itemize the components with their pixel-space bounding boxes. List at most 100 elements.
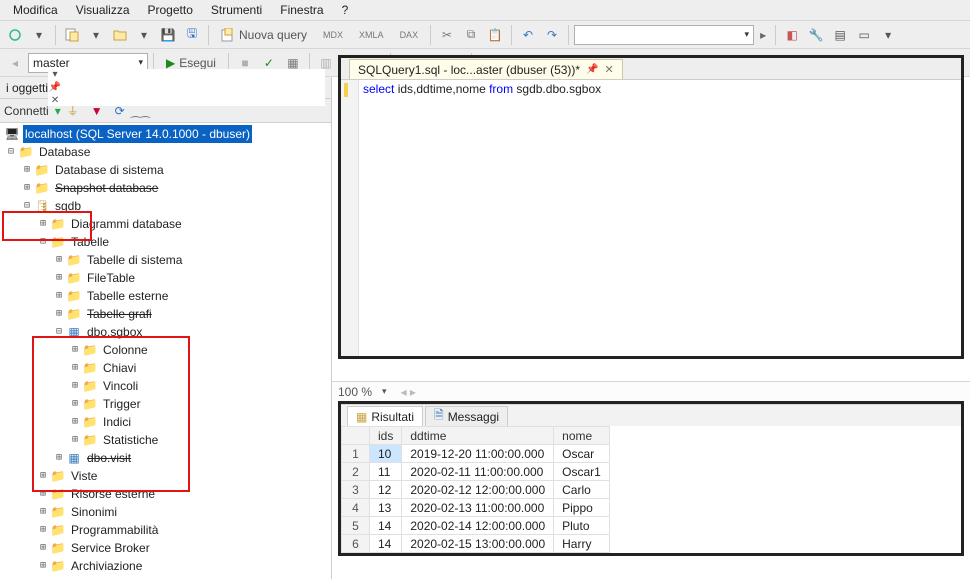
column-header[interactable]: ids (370, 427, 402, 445)
save-all-button[interactable]: 🖫 (181, 24, 203, 46)
table-row[interactable]: 5142020-02-14 12:00:00.000Pluto (342, 517, 610, 535)
tree-server[interactable]: 🖥 localhost (SQL Server 14.0.1000 - dbus… (0, 125, 331, 143)
tree-statistiche[interactable]: ⊞📁Statistiche (0, 431, 331, 449)
cell[interactable]: Oscar1 (554, 463, 610, 481)
wrench-button[interactable]: 🔧 (805, 24, 827, 46)
zoom-value[interactable]: 100 % (338, 385, 372, 399)
cell[interactable]: 13 (370, 499, 402, 517)
tree-sgdb[interactable]: ⊟ 🛢 sgdb (0, 197, 331, 215)
cell[interactable]: Carlo (554, 481, 610, 499)
mdx-button[interactable]: MDX (316, 24, 350, 46)
close-tab-icon[interactable]: ✕ (605, 63, 614, 76)
tree-chiavi[interactable]: ⊞📁Chiavi (0, 359, 331, 377)
tree-trigger[interactable]: ⊞📁Trigger (0, 395, 331, 413)
tree-viste[interactable]: ⊞📁Viste (0, 467, 331, 485)
extensions-button[interactable]: ◧ (781, 24, 803, 46)
xmla-button[interactable]: XMLA (352, 24, 391, 46)
tree-risorse-esterne[interactable]: ⊞📁Risorse esterne (0, 485, 331, 503)
history-back[interactable]: ◂ (4, 52, 26, 74)
column-header[interactable]: nome (554, 427, 610, 445)
cell[interactable]: 11 (370, 463, 402, 481)
layout-dropdown[interactable]: ▾ (877, 24, 899, 46)
tree-tabelle-sistema[interactable]: ⊞📁 Tabelle di sistema (0, 251, 331, 269)
row-number[interactable]: 5 (342, 517, 370, 535)
cell[interactable]: Harry (554, 535, 610, 553)
results-grid[interactable]: idsddtimenome1102019-12-20 11:00:00.000O… (341, 426, 961, 553)
column-header[interactable]: ddtime (402, 427, 554, 445)
expand-icon[interactable]: ⊞ (20, 179, 34, 197)
menu-finestra[interactable]: Finestra (273, 1, 330, 19)
undo-button[interactable]: ↶ (517, 24, 539, 46)
menu-modifica[interactable]: Modifica (6, 1, 65, 19)
sql-code[interactable]: select ids,ddtime,nome from sgdb.dbo.sgb… (359, 80, 961, 356)
cell[interactable]: 2019-12-20 11:00:00.000 (402, 445, 554, 463)
tree-sinonimi[interactable]: ⊞📁Sinonimi (0, 503, 331, 521)
cell[interactable]: Pluto (554, 517, 610, 535)
cell[interactable]: 14 (370, 535, 402, 553)
table-row[interactable]: 1102019-12-20 11:00:00.000Oscar (342, 445, 610, 463)
collapse-icon[interactable]: ⊟ (4, 143, 18, 161)
panel-close-icon[interactable]: ✕ (48, 95, 62, 106)
tree-programmabilita[interactable]: ⊞📁Programmabilità (0, 521, 331, 539)
menu-visualizza[interactable]: Visualizza (69, 1, 137, 19)
column-header[interactable] (342, 427, 370, 445)
new-dropdown[interactable]: ▾ (85, 24, 107, 46)
cut-button[interactable]: ✂ (436, 24, 458, 46)
row-number[interactable]: 4 (342, 499, 370, 517)
tree-diagrammi[interactable]: ⊞📁 Diagrammi database (0, 215, 331, 233)
cell[interactable]: 14 (370, 517, 402, 535)
tree-database-root[interactable]: ⊟ 📁 Database (0, 143, 331, 161)
cell[interactable]: 12 (370, 481, 402, 499)
redo-button[interactable]: ↷ (541, 24, 563, 46)
cell[interactable]: 2020-02-11 11:00:00.000 (402, 463, 554, 481)
open-button[interactable] (109, 24, 131, 46)
tree-tabelle-grafi[interactable]: ⊞📁 Tabelle grafi (0, 305, 331, 323)
cell[interactable]: 2020-02-15 13:00:00.000 (402, 535, 554, 553)
cell[interactable]: 2020-02-13 11:00:00.000 (402, 499, 554, 517)
tab-risultati[interactable]: ▦ Risultati (347, 406, 423, 426)
menu-progetto[interactable]: Progetto (141, 1, 200, 19)
tree-tabelle[interactable]: ⊟📁 Tabelle (0, 233, 331, 251)
tree-dbo-visit[interactable]: ⊞▦ dbo.visit (0, 449, 331, 467)
tree-snapshot-db[interactable]: ⊞ 📁 Snapshot database (0, 179, 331, 197)
tree-dbo-sgbox[interactable]: ⊟ ▦ dbo.sgbox (0, 323, 331, 341)
platform-select[interactable]: ▾ (574, 25, 754, 45)
pin-icon[interactable]: 📌 (586, 64, 598, 75)
save-button[interactable]: 💾 (157, 24, 179, 46)
tab-messaggi[interactable]: 🗎 Messaggi (425, 406, 508, 426)
tree-service-broker[interactable]: ⊞📁Service Broker (0, 539, 331, 557)
panel-dropdown-icon[interactable]: ▾ (48, 69, 62, 80)
table-row[interactable]: 6142020-02-15 13:00:00.000Harry (342, 535, 610, 553)
menu-strumenti[interactable]: Strumenti (204, 1, 269, 19)
expand-icon[interactable]: ⊞ (20, 161, 34, 179)
nuova-query-button[interactable]: Nuova query (214, 24, 314, 46)
tree-db-sistema[interactable]: ⊞ 📁 Database di sistema (0, 161, 331, 179)
menu-help[interactable]: ? (335, 1, 356, 19)
cell[interactable]: 10 (370, 445, 402, 463)
cell[interactable]: 2020-02-12 12:00:00.000 (402, 481, 554, 499)
tree-tabelle-esterne[interactable]: ⊞📁 Tabelle esterne (0, 287, 331, 305)
new-project-button[interactable] (61, 24, 83, 46)
tree-vincoli[interactable]: ⊞📁Vincoli (0, 377, 331, 395)
tree-indici[interactable]: ⊞📁Indici (0, 413, 331, 431)
row-number[interactable]: 6 (342, 535, 370, 553)
output-button[interactable]: ▤ (829, 24, 851, 46)
panel-pin-icon[interactable]: 📌 (48, 82, 62, 93)
row-number[interactable]: 1 (342, 445, 370, 463)
tree-filetable[interactable]: ⊞📁 FileTable (0, 269, 331, 287)
row-number[interactable]: 2 (342, 463, 370, 481)
cell[interactable]: Pippo (554, 499, 610, 517)
cell[interactable]: 2020-02-14 12:00:00.000 (402, 517, 554, 535)
table-row[interactable]: 4132020-02-13 11:00:00.000Pippo (342, 499, 610, 517)
open-dropdown[interactable]: ▾ (133, 24, 155, 46)
table-row[interactable]: 3122020-02-12 12:00:00.000Carlo (342, 481, 610, 499)
connect-button[interactable]: Connetti (4, 104, 49, 118)
collapse-icon[interactable]: ⊟ (20, 197, 34, 215)
sql-editor[interactable]: select ids,ddtime,nome from sgdb.dbo.sgb… (341, 80, 961, 356)
tree-colonne[interactable]: ⊞📁Colonne (0, 341, 331, 359)
copy-button[interactable]: ⧉ (460, 24, 482, 46)
forward-button[interactable]: ▾ (28, 24, 50, 46)
window-layout-button[interactable]: ▭ (853, 24, 875, 46)
tree-archiviazione[interactable]: ⊞📁Archiviazione (0, 557, 331, 575)
dax-button[interactable]: DAX (393, 24, 426, 46)
